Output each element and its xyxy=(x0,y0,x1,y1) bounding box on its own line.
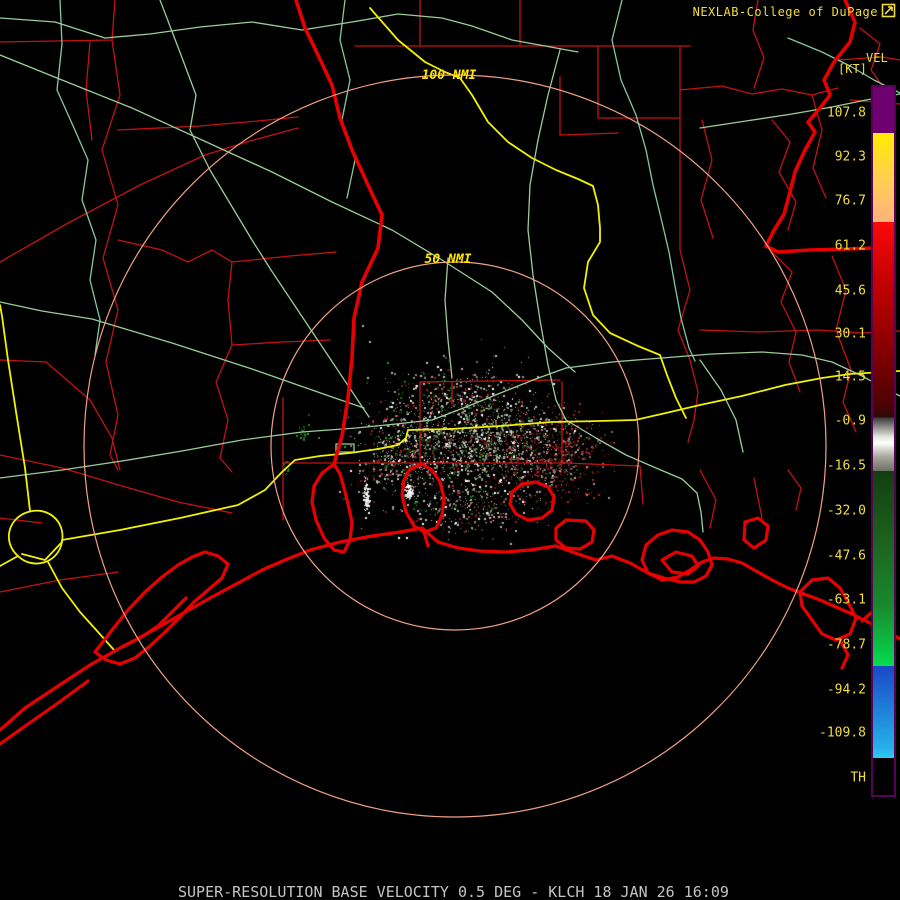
range-ring-circle xyxy=(83,74,827,818)
map-path xyxy=(339,0,356,199)
map-overlay: 50 NMI 100 NMI xyxy=(0,0,900,818)
velocity-color-scale xyxy=(871,85,896,797)
map-path xyxy=(554,518,596,551)
product-title: SUPER-RESOLUTION BASE VELOCITY 0.5 DEG -… xyxy=(178,883,729,900)
map-path xyxy=(0,359,121,471)
map-path xyxy=(400,462,446,534)
county-boundary-lines xyxy=(0,0,900,593)
brand-text: NEXLAB-College of DuPage xyxy=(692,5,878,19)
range-ring-labels: 50 NMI 100 NMI xyxy=(422,68,477,267)
map-path xyxy=(798,576,858,642)
map-path xyxy=(764,0,876,254)
map-path xyxy=(0,526,900,732)
map-path xyxy=(597,45,681,119)
scale-tick: -94.2 xyxy=(826,682,866,698)
map-path xyxy=(231,339,331,346)
map-path xyxy=(0,419,433,479)
map-path xyxy=(831,255,857,433)
cod-logo-icon xyxy=(881,3,896,18)
map-path xyxy=(508,480,556,522)
radar-viewport: 50 NMI 100 NMI NEXLAB-College of DuPage V… xyxy=(0,0,900,900)
scale-tick: TH xyxy=(850,770,866,786)
range-ring-circle xyxy=(270,261,640,631)
map-path xyxy=(56,0,101,356)
map-path xyxy=(699,469,717,529)
map-path xyxy=(0,517,43,524)
map-path xyxy=(369,7,687,419)
range-rings xyxy=(83,74,827,818)
range-ring-label: 50 NMI xyxy=(425,252,472,267)
product-label: VEL xyxy=(866,51,888,65)
map-path xyxy=(21,541,63,561)
scale-tick: -78.7 xyxy=(826,637,866,653)
map-path xyxy=(639,465,644,505)
map-path xyxy=(294,0,384,466)
map-path xyxy=(93,550,230,666)
map-path xyxy=(310,462,354,554)
scale-tick: 14.5 xyxy=(834,369,866,385)
scale-tick: -109.8 xyxy=(819,725,866,741)
map-path xyxy=(0,555,19,567)
map-path xyxy=(677,45,699,443)
scale-tick: -0.9 xyxy=(834,413,866,429)
scale-tick: 92.3 xyxy=(834,149,866,165)
map-path xyxy=(660,550,700,576)
scale-tick: -32.0 xyxy=(826,503,866,519)
map-path xyxy=(231,251,337,263)
map-path xyxy=(559,76,619,136)
scale-tick: -63.1 xyxy=(826,592,866,608)
map-path xyxy=(0,301,365,409)
map-path xyxy=(699,359,744,453)
river-stream-lines xyxy=(56,0,900,362)
map-path xyxy=(431,351,900,421)
map-path xyxy=(611,0,696,362)
map-path xyxy=(679,85,839,96)
map-path xyxy=(101,39,121,471)
major-river-lines xyxy=(294,0,876,466)
map-path xyxy=(700,119,714,239)
map-path xyxy=(742,516,770,550)
map-path xyxy=(47,561,115,651)
highway-lines xyxy=(0,7,900,651)
map-path xyxy=(61,370,900,541)
map-path xyxy=(0,304,31,512)
scale-tick: -47.6 xyxy=(826,548,866,564)
map-path xyxy=(444,257,453,379)
map-path xyxy=(753,477,763,519)
range-ring-label: 100 NMI xyxy=(422,68,477,83)
map-path xyxy=(117,239,233,473)
scale-tick: -16.5 xyxy=(826,458,866,474)
map-path xyxy=(0,454,233,514)
map-path xyxy=(159,0,370,418)
scale-tick: 107.8 xyxy=(826,105,866,121)
coastline-lines xyxy=(0,462,900,746)
scale-tick: 30.1 xyxy=(834,326,866,342)
scale-tick: 76.7 xyxy=(834,193,866,209)
scale-tick: 61.2 xyxy=(834,238,866,254)
map-path xyxy=(0,679,90,746)
scale-tick: 45.6 xyxy=(834,283,866,299)
units-label: [KT] xyxy=(838,62,867,76)
